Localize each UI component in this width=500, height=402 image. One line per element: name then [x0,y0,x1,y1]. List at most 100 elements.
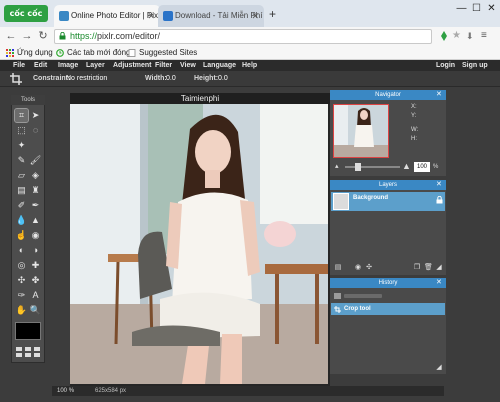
zoom-in-icon[interactable]: ▲ [402,161,412,171]
menu-view[interactable]: View [180,60,196,71]
view-mode-icon[interactable] [15,346,41,359]
login-link[interactable]: Login [436,60,455,71]
menu-language[interactable]: Language [203,60,236,71]
menu-layer[interactable]: Layer [86,60,105,71]
constraint-select[interactable]: No restriction [66,71,107,87]
zoom-out-icon[interactable]: ▴ [335,162,343,171]
spot-heal-icon[interactable]: ✚ [29,259,42,272]
zoom-unit: % [433,164,439,170]
lock-icon [59,32,66,40]
bookmark-label: Suggested Sites [139,48,198,57]
zoom-value[interactable]: 100 % [57,386,74,396]
coccoc-extension-icon[interactable] [439,30,449,42]
sponge-tool-icon[interactable]: ◉ [29,229,42,242]
new-layer-icon[interactable]: ❐ [413,264,421,272]
new-tab-button[interactable]: + [269,8,285,21]
reload-icon[interactable]: ↻ [36,28,50,44]
navigator-header[interactable]: Navigator [330,90,446,100]
gradient-tool-icon[interactable]: ▤ [15,184,28,197]
history-label: Crop tool [344,306,371,312]
pencil-tool-icon[interactable]: ✎ [15,154,28,167]
menu-edit[interactable]: Edit [34,60,47,71]
menu-icon[interactable]: ≡ [481,29,493,43]
menu-filter[interactable]: Filter [155,60,172,71]
tools-title: Tools [11,95,45,105]
menu-help[interactable]: Help [242,60,257,71]
smudge-tool-icon[interactable]: ☝ [15,229,28,242]
tab-label: Download - Tải Miễn Phí [175,11,263,20]
menu-image[interactable]: Image [58,60,78,71]
crop-tool-button[interactable]: ⌗ [14,108,29,123]
sharpen-tool-icon[interactable]: ▲ [29,214,42,227]
clone-stamp-icon[interactable]: ♜ [29,184,42,197]
lasso-tool-icon[interactable]: ◌ [29,124,42,137]
layer-resize-icon[interactable]: ◢ [435,264,443,272]
close-tab-icon[interactable]: ✕ [147,5,155,27]
minimize-button[interactable]: — [455,3,468,15]
width-input[interactable]: 0.0 [166,71,176,87]
bookmark-star-icon[interactable]: ★ [452,29,464,43]
paint-bucket-icon[interactable]: ◈ [29,169,42,182]
zoom-tool-icon[interactable]: 🔍 [29,304,42,317]
bookmark-closed-tabs[interactable]: Các tab mới đóng [56,46,131,59]
navigator-preview [334,105,388,157]
maximize-button[interactable]: ☐ [470,3,483,15]
dodge-tool-icon[interactable]: ◐ [15,244,28,257]
history-entry-bar [344,294,382,298]
color-picker-icon[interactable]: ✑ [15,289,28,302]
back-arrow-icon[interactable]: ← [4,28,18,44]
photo-illustration [70,104,328,384]
history-close-icon[interactable]: ✕ [436,278,444,288]
canvas-image[interactable] [70,104,328,384]
history-item-crop[interactable]: Crop tool [331,303,445,315]
menu-file[interactable]: File [13,60,25,71]
close-window-button[interactable]: ✕ [485,3,498,15]
coccoc-logo[interactable]: cốc cốc [4,5,48,22]
zoom-input[interactable]: 100 [414,162,430,172]
bookmark-apps[interactable]: Ứng dụng [6,46,53,59]
history-resize-icon[interactable]: ◢ [435,364,443,372]
history-open-icon [334,293,341,299]
layers-close-icon[interactable]: ✕ [436,180,444,190]
forward-arrow-icon[interactable]: → [20,28,34,44]
color-swatch[interactable] [15,322,41,340]
layer-styles-icon[interactable]: ✣ [365,264,373,272]
zoom-slider-track[interactable] [345,166,400,168]
move-tool-icon[interactable]: ➤ [29,109,42,122]
delete-layer-icon[interactable]: 🗑 [424,264,433,272]
magic-wand-icon[interactable]: ✦ [15,139,28,152]
layer-settings-icon[interactable]: ▤ [334,264,342,272]
nav-y-label: Y: [411,113,417,119]
tab-pixlr-editor[interactable]: Online Photo Editor | Pixl ✕ [54,5,160,27]
bloat-tool-icon[interactable]: ✣ [15,274,28,287]
blur-tool-icon[interactable]: 💧 [15,214,28,227]
menu-adjustment[interactable]: Adjustment [113,60,152,71]
eraser-tool-icon[interactable]: ▱ [15,169,28,182]
url-bar[interactable]: https://pixlr.com/editor/ [54,29,432,44]
pinch-tool-icon[interactable]: ✤ [29,274,42,287]
marquee-tool-icon[interactable]: ⬚ [15,124,28,137]
layers-header[interactable]: Layers [330,180,446,190]
zoom-slider-handle[interactable] [355,163,361,171]
bookmark-label: Ứng dụng [17,48,53,57]
drawing-tool-icon[interactable]: ✒ [29,199,42,212]
layer-lock-icon[interactable] [436,196,443,204]
brush-tool-icon[interactable]: 🖌 [29,154,42,167]
layer-mask-icon[interactable]: ◉ [354,264,362,272]
signup-link[interactable]: Sign up [462,60,488,71]
tab-download[interactable]: Download - Tải Miễn Phí ✕ [158,5,264,27]
type-tool-icon[interactable]: A [29,289,42,302]
height-input[interactable]: 0.0 [218,71,228,87]
history-item-open[interactable] [331,290,445,302]
history-header[interactable]: History [330,278,446,288]
burn-tool-icon[interactable]: ◑ [29,244,42,257]
bookmark-suggested-sites[interactable]: Suggested Sites [128,46,197,59]
navigator-thumbnail[interactable] [333,104,389,158]
navigator-close-icon[interactable]: ✕ [436,90,444,100]
download-icon[interactable]: ⬇ [466,29,478,43]
red-eye-tool-icon[interactable]: ◎ [15,259,28,272]
layer-thumbnail [333,193,349,210]
color-replace-icon[interactable]: ✐ [15,199,28,212]
hand-tool-icon[interactable]: ✋ [15,304,28,317]
close-tab-icon[interactable]: ✕ [251,5,259,27]
